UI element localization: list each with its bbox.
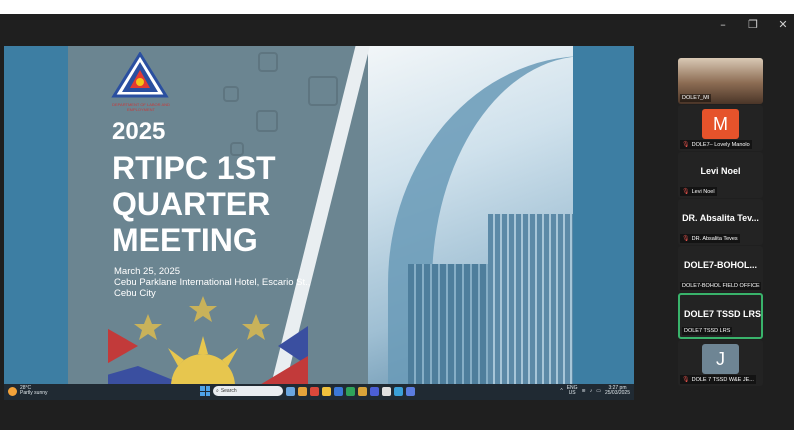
participant-tile[interactable]: M 🎙 DOLE7– Lovely Manolo (678, 105, 763, 151)
system-tray: ^ ENG US ≋ ♪ ▭ 3:27 pm 25/03/2025 (560, 386, 630, 396)
app-icon[interactable] (370, 386, 379, 396)
search-icon: ⌕ (216, 388, 219, 394)
edge-icon[interactable] (394, 386, 403, 396)
decor-square (308, 76, 338, 106)
shared-screen: DEPARTMENT OF LABOR AND EMPLOYMENT 2025 … (4, 46, 634, 400)
participant-label: DOLE7-BOHOL FIELD OFFICE (680, 282, 761, 290)
participant-name: DR. Absalita Teves (691, 235, 738, 242)
speaker-icon[interactable]: ♪ (590, 388, 593, 394)
presentation-slide: DEPARTMENT OF LABOR AND EMPLOYMENT 2025 … (68, 46, 573, 384)
mic-off-icon: 🎙 (682, 236, 690, 242)
participant-display-name: DR. Absalita Tev... (682, 213, 759, 223)
participant-label: 🎙 DR. Absalita Teves (680, 234, 740, 243)
weather-widget[interactable]: 28°C Partly sunny (8, 386, 48, 396)
restore-icon[interactable]: ❐ (746, 18, 760, 31)
participant-display-name: DOLE7 TSSD LRS (683, 309, 761, 319)
chevron-up-icon[interactable]: ^ (560, 388, 562, 394)
taskbar-center: ⌕ Search (200, 386, 415, 396)
mic-off-icon: 🎙 (682, 142, 690, 148)
folder-icon[interactable] (322, 386, 331, 396)
chrome-icon[interactable] (346, 386, 355, 396)
decor-square (223, 86, 239, 102)
slide-title: RTIPC 1ST QUARTER MEETING (112, 150, 276, 258)
participant-label: DOLE7_MI (680, 94, 712, 102)
clock[interactable]: 3:27 pm 25/03/2025 (605, 386, 630, 396)
participant-avatar: J (702, 344, 739, 374)
logo-text: DEPARTMENT OF LABOR AND EMPLOYMENT (112, 102, 170, 112)
app-icon[interactable] (382, 386, 391, 396)
participant-name: DOLE7_MI (682, 95, 710, 101)
file-explorer-icon[interactable] (298, 386, 307, 396)
participant-name: Levi Noel (691, 188, 715, 195)
language-indicator[interactable]: ENG US (567, 386, 578, 396)
minimize-icon[interactable]: – (716, 18, 730, 31)
task-view-icon[interactable] (286, 386, 295, 396)
decor-square (256, 110, 278, 132)
word-icon[interactable] (334, 386, 343, 396)
window-controls: – ❐ ✕ (716, 14, 794, 34)
participant-tile[interactable]: DOLE7-BOHOL... DOLE7-BOHOL FIELD OFFICE (678, 246, 763, 292)
participant-tile[interactable]: J 🎙 DOLE 7 TSSD W&E JE... (678, 340, 763, 386)
mic-off-icon: 🎙 (682, 377, 690, 383)
participant-tile-active-speaker[interactable]: DOLE7 TSSD LRS DOLE7 TSSD LRS (678, 293, 763, 339)
participant-label: 🎙 DOLE7– Lovely Manolo (680, 140, 752, 149)
weather-desc: Partly sunny (20, 390, 48, 396)
windows-taskbar: 28°C Partly sunny ⌕ Search ^ ENG US ≋ ♪ … (4, 384, 634, 400)
battery-icon[interactable]: ▭ (596, 388, 601, 394)
participant-tile[interactable]: DOLE7_MI (678, 58, 763, 104)
participant-name: DOLE 7 TSSD W&E JE... (691, 376, 754, 383)
participant-name: DOLE7-BOHOL FIELD OFFICE (682, 283, 760, 289)
participant-name: DOLE7 TSSD LRS (684, 328, 731, 334)
taskbar-search[interactable]: ⌕ Search (213, 386, 283, 396)
wifi-icon[interactable]: ≋ (582, 388, 586, 394)
participant-display-name: Levi Noel (700, 166, 741, 176)
participant-panel: DOLE7_MI M 🎙 DOLE7– Lovely Manolo Levi N… (678, 58, 763, 387)
dole-logo-icon (111, 52, 169, 98)
participant-label: 🎙 DOLE 7 TSSD W&E JE... (680, 375, 756, 384)
windows-start-icon[interactable] (200, 386, 210, 396)
participant-avatar: M (702, 109, 739, 139)
top-white-bar (0, 0, 794, 14)
decor-square (258, 52, 278, 72)
app-icon[interactable] (310, 386, 319, 396)
close-icon[interactable]: ✕ (776, 18, 790, 31)
slide-year: 2025 (112, 118, 166, 145)
participant-tile[interactable]: DR. Absalita Tev... 🎙 DR. Absalita Teves (678, 199, 763, 245)
participant-label: 🎙 Levi Noel (680, 187, 717, 196)
participant-tile[interactable]: Levi Noel 🎙 Levi Noel (678, 152, 763, 198)
app-icon[interactable] (358, 386, 367, 396)
app-icon[interactable] (406, 386, 415, 396)
participant-label: DOLE7 TSSD LRS (682, 327, 733, 335)
building-photo (368, 46, 573, 384)
philippine-sun-graphic (108, 296, 308, 384)
weather-sun-icon (8, 386, 17, 396)
mic-off-icon: 🎙 (682, 189, 690, 195)
participant-display-name: DOLE7-BOHOL... (683, 260, 757, 270)
search-placeholder: Search (220, 388, 237, 394)
participant-name: DOLE7– Lovely Manolo (691, 141, 750, 148)
